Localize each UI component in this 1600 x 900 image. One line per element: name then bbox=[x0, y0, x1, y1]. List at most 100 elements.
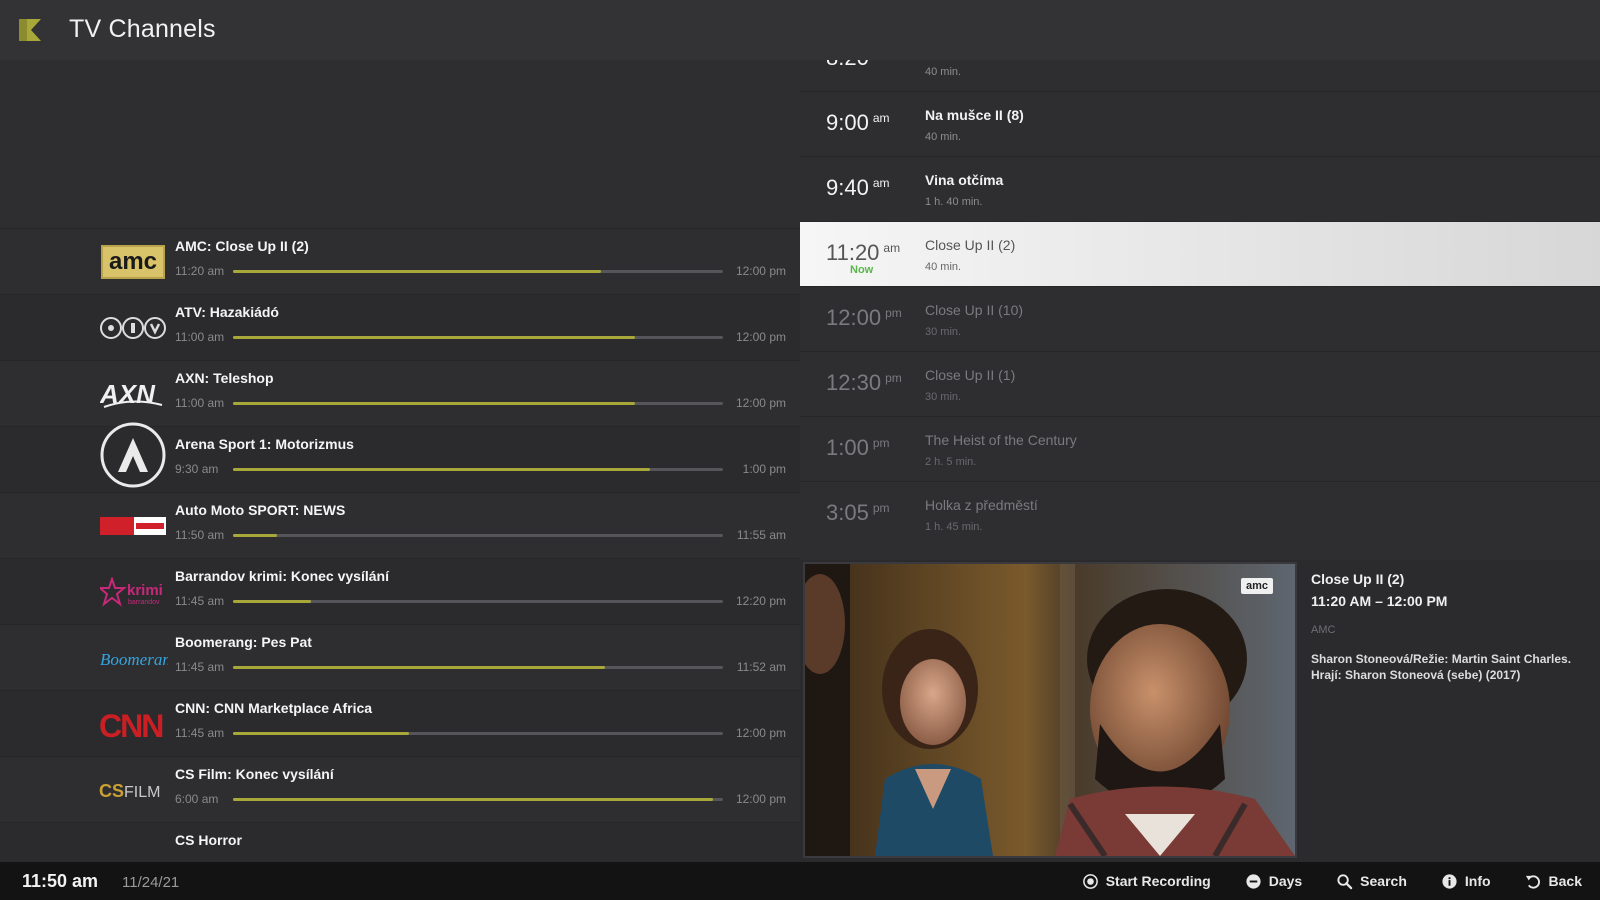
boomerang-channel-logo: Boomerang bbox=[98, 635, 168, 681]
channel-start-time: 11:50 am bbox=[175, 528, 225, 542]
programme-duration: 40 min. bbox=[925, 261, 962, 273]
channel-progress-fill bbox=[233, 468, 650, 471]
channel-progress-fill bbox=[233, 666, 606, 669]
channel-row[interactable]: CSHORROR CS Horror bbox=[0, 822, 800, 860]
channel-start-time: 9:30 am bbox=[175, 462, 219, 476]
back-button[interactable]: Back bbox=[1525, 873, 1582, 890]
info-time-range: 11:20 AM – 12:00 PM bbox=[1311, 593, 1448, 609]
svg-text:AXN: AXN bbox=[100, 379, 156, 409]
video-preview[interactable]: amc bbox=[803, 562, 1297, 858]
channel-start-time: 11:45 am bbox=[175, 594, 225, 608]
now-badge: Now bbox=[850, 264, 874, 276]
programme-title: Close Up II (2) bbox=[925, 237, 1016, 253]
programme-duration: 40 min. bbox=[925, 66, 962, 78]
video-channel-badge: amc bbox=[1240, 578, 1273, 594]
programme-row[interactable]: 9:00 am Na mušce II (8) 40 min. bbox=[800, 91, 1600, 157]
programme-title: Vina otčíma bbox=[925, 172, 1004, 188]
days-label: Days bbox=[1268, 873, 1303, 889]
programme-time-value: 12:00 bbox=[826, 305, 882, 330]
info-description: Sharon Stoneová/Režie: Martin Saint Char… bbox=[1311, 652, 1572, 682]
channel-row[interactable]: CNN CNN: CNN Marketplace Africa 11:45 am 12… bbox=[0, 690, 800, 756]
programme-duration: 30 min. bbox=[925, 326, 962, 338]
svg-text:FILM: FILM bbox=[124, 784, 160, 801]
programme-time-value: 1:00 bbox=[826, 435, 869, 460]
search-label: Search bbox=[1360, 873, 1407, 889]
programme-ampm: am bbox=[883, 241, 901, 255]
info-channel: AMC bbox=[1311, 624, 1336, 636]
programme-ampm: pm bbox=[872, 501, 890, 515]
programme-title: Na mušce II (8) bbox=[925, 107, 1024, 123]
info-icon bbox=[1442, 873, 1457, 889]
programme-time-value: 9:00 bbox=[826, 110, 869, 135]
channel-now-title: CS Horror bbox=[175, 832, 242, 848]
info-title: Close Up II (2) bbox=[1311, 571, 1405, 587]
programme-time-value: 9:40 bbox=[826, 175, 869, 200]
channel-row[interactable]: AXN AXN: Teleshop 11:00 am 12:00 pm bbox=[0, 360, 800, 426]
start-recording-label: Start Recording bbox=[1105, 873, 1211, 889]
programme-title: Close Up II (1) bbox=[925, 367, 1016, 383]
channel-start-time: 11:45 am bbox=[175, 726, 225, 740]
programme-time: 12:30 pm bbox=[826, 370, 902, 396]
channel-progress-bar bbox=[233, 666, 723, 669]
info-button[interactable]: Info bbox=[1441, 873, 1491, 890]
search-button[interactable]: Search bbox=[1336, 873, 1407, 890]
footer-actions: Start Recording Days Search Info Back bbox=[1082, 862, 1582, 900]
programme-schedule[interactable]: 8:20am40 min.9:00amNa mušce II (8)40 min… bbox=[800, 60, 1600, 560]
programme-row[interactable]: 3:05 pm Holka z předměstí 1 h. 45 min. bbox=[800, 481, 1600, 547]
channel-start-time: 11:00 am bbox=[175, 330, 225, 344]
programme-row[interactable]: 8:20am 40 min. bbox=[800, 60, 1600, 92]
programme-time: 12:00 pm bbox=[826, 305, 902, 331]
axn-channel-logo: AXN bbox=[98, 371, 168, 417]
channel-now-title: CNN: CNN Marketplace Africa bbox=[175, 700, 373, 716]
search-icon bbox=[1337, 873, 1353, 889]
programme-title: Close Up II (10) bbox=[925, 302, 1024, 318]
programme-row[interactable]: 12:30 pm Close Up II (1) 30 min. bbox=[800, 351, 1600, 417]
channel-row[interactable]: Boomerang Boomerang: Pes Pat 11:45 am 11:52… bbox=[0, 624, 800, 690]
channel-row[interactable]: Auto Moto SPORT: NEWS 11:50 am 11:55 am bbox=[0, 492, 800, 558]
start-recording-button[interactable]: Start Recording bbox=[1082, 873, 1211, 890]
days-button[interactable]: Days bbox=[1245, 873, 1302, 890]
channel-start-time: 11:00 am bbox=[175, 396, 225, 410]
programme-row[interactable]: 12:00 pm Close Up II (10) 30 min. bbox=[800, 286, 1600, 352]
programme-row[interactable]: 11:20 am Now Close Up II (2) 40 min. bbox=[800, 221, 1600, 287]
channel-row[interactable]: Arena Sport 1: Motorizmus 9:30 am 1:00 pm bbox=[0, 422, 800, 492]
channel-progress-fill bbox=[233, 534, 278, 537]
channel-row[interactable]: krimi barrandov Barrandov krimi: Konec vys… bbox=[0, 558, 800, 624]
channel-end-time: 12:00 pm bbox=[735, 726, 786, 740]
automoto-channel-logo bbox=[98, 503, 168, 549]
channel-now-title: Auto Moto SPORT: NEWS bbox=[175, 502, 346, 518]
svg-text:Boomerang: Boomerang bbox=[100, 650, 168, 669]
channel-end-time: 11:52 am bbox=[736, 660, 786, 674]
channel-row[interactable]: ATV: Hazakiádó 11:00 am 12:00 pm bbox=[0, 294, 800, 360]
channel-progress-fill bbox=[233, 600, 312, 603]
back-label: Back bbox=[1548, 873, 1582, 889]
programme-info: Close Up II (2) 11:20 AM – 12:00 PM AMC … bbox=[1299, 562, 1589, 858]
svg-text:krimi: krimi bbox=[127, 582, 163, 599]
channel-list[interactable]: amc AMC: Close Up II (2) 11:20 am 12:00 pm A… bbox=[0, 228, 800, 860]
channel-start-time: 11:45 am bbox=[175, 660, 225, 674]
channel-end-time: 12:00 pm bbox=[735, 792, 786, 806]
channel-row[interactable]: amc AMC: Close Up II (2) 11:20 am 12:00 pm bbox=[0, 228, 800, 294]
programme-time: 3:05 pm bbox=[826, 500, 890, 526]
programme-ampm: am bbox=[872, 111, 890, 125]
programme-duration: 1 h. 40 min. bbox=[925, 196, 983, 208]
channel-progress-fill bbox=[233, 402, 635, 405]
channel-progress-fill bbox=[233, 732, 410, 735]
krimi-channel-logo: krimi barrandov bbox=[98, 569, 168, 615]
programme-time-value: 11:20 bbox=[826, 240, 880, 265]
clock: 11:50 am bbox=[22, 871, 99, 891]
back-icon bbox=[1525, 874, 1540, 889]
channel-now-title: Barrandov krimi: Konec vysílání bbox=[175, 568, 389, 584]
app-logo-icon[interactable] bbox=[17, 17, 43, 43]
days-icon bbox=[1246, 873, 1261, 889]
channel-progress-fill bbox=[233, 336, 635, 339]
channel-end-time: 12:20 pm bbox=[735, 594, 786, 608]
programme-row[interactable]: 1:00 pm The Heist of the Century 2 h. 5 min… bbox=[800, 416, 1600, 482]
record-icon bbox=[1082, 873, 1098, 889]
channel-row[interactable]: CS FILM CS Film: Konec vysílání 6:00 am 12:0… bbox=[0, 756, 800, 822]
atv-channel-logo bbox=[98, 305, 168, 351]
channel-now-title: AXN: Teleshop bbox=[175, 370, 274, 386]
programme-time: 9:00 am bbox=[826, 110, 890, 136]
programme-title: The Heist of the Century bbox=[925, 432, 1077, 448]
programme-row[interactable]: 9:40 am Vina otčíma 1 h. 40 min. bbox=[800, 156, 1600, 222]
